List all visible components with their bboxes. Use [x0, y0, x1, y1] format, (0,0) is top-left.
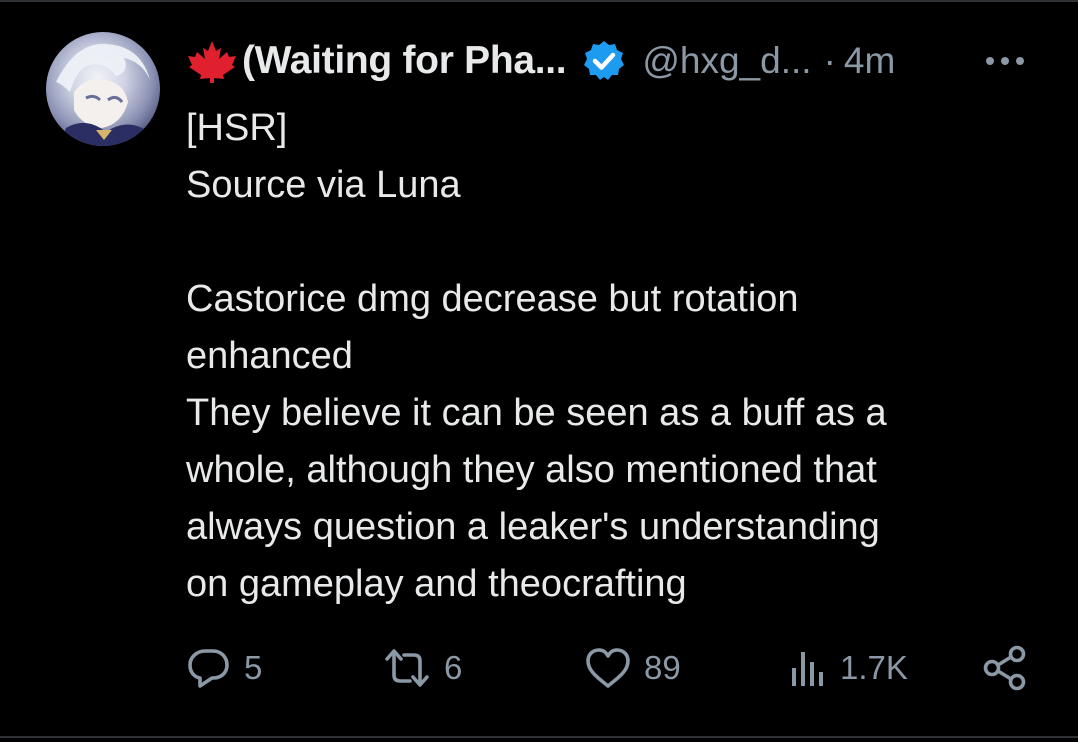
avatar-image — [56, 43, 150, 146]
more-options-button[interactable] — [982, 46, 1028, 76]
tweet-header: (Waiting for Pha... @hxg_d... · 4m — [186, 36, 895, 86]
tweet-text-line: always question a leaker's understanding — [186, 506, 880, 548]
tweet-text-line: enhanced — [186, 335, 353, 377]
more-dots-icon — [986, 57, 1024, 65]
share-icon — [983, 645, 1026, 691]
views-count: 1.7K — [840, 649, 908, 686]
like-button[interactable]: 89 — [584, 640, 681, 696]
header-separator: · — [823, 40, 836, 81]
tweet-text-line: [HSR] — [186, 107, 288, 149]
views-button[interactable]: 1.7K — [788, 640, 908, 696]
share-button[interactable] — [982, 640, 1028, 696]
tweet-text: [HSR] Source via Luna Castorice dmg decr… — [186, 100, 1026, 613]
user-handle[interactable]: @hxg_d... — [642, 40, 811, 82]
tweet-text-line: Castorice dmg decrease but rotation — [186, 278, 799, 320]
reply-button[interactable]: 5 — [186, 640, 262, 696]
verified-badge-icon — [582, 39, 626, 83]
reply-count: 5 — [244, 649, 263, 686]
avatar[interactable] — [46, 32, 160, 146]
display-name[interactable]: (Waiting for Pha... — [242, 39, 567, 83]
tweet-text-line: whole, although they also mentioned that — [186, 449, 877, 491]
tweet-actions-bar: 5 6 89 1.7K — [186, 640, 1028, 696]
maple-leaf-icon — [186, 39, 238, 83]
top-divider — [0, 0, 1078, 2]
reply-icon — [188, 649, 229, 688]
retweet-count: 6 — [444, 649, 463, 686]
views-bar-chart-icon — [792, 652, 823, 686]
tweet-text-line: on gameplay and theocrafting — [186, 563, 687, 605]
like-count: 89 — [644, 649, 681, 686]
heart-icon — [586, 648, 630, 688]
bottom-divider — [0, 736, 1078, 738]
retweet-button[interactable]: 6 — [382, 640, 462, 696]
tweet-text-line: Source via Luna — [186, 164, 461, 206]
retweet-icon — [385, 649, 429, 687]
tweet-timestamp[interactable]: 4m — [844, 40, 895, 82]
tweet-text-line: They believe it can be seen as a buff as… — [186, 392, 887, 434]
